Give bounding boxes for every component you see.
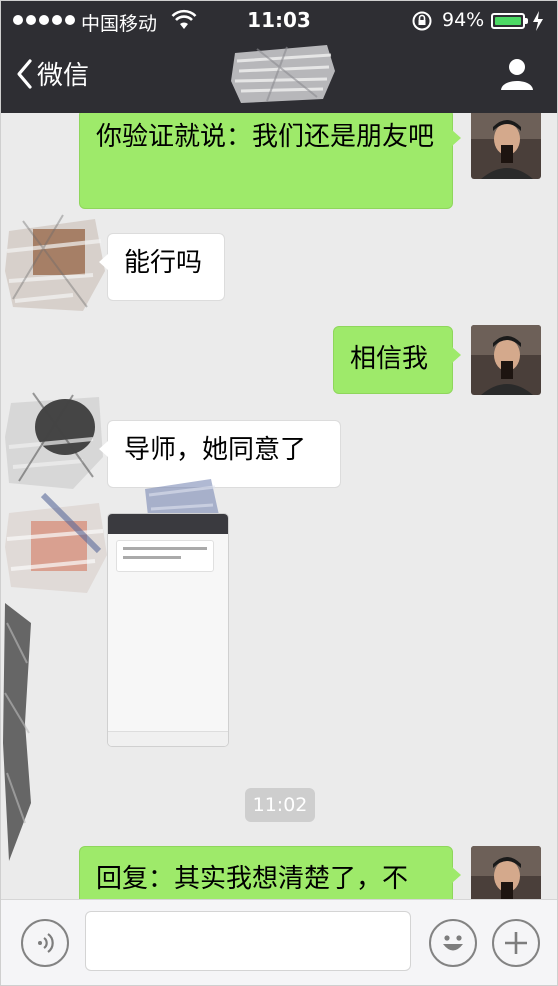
message-text: 能行吗 xyxy=(124,248,203,278)
person-icon xyxy=(501,59,533,90)
redaction-mark xyxy=(3,603,31,861)
back-button[interactable]: 微信 xyxy=(15,55,89,92)
top-bar: 中国移动 11:03 94% 微信 xyxy=(1,1,557,113)
time-divider: 11:02 xyxy=(245,788,315,822)
more-button[interactable] xyxy=(492,919,540,967)
input-bar xyxy=(1,899,557,985)
my-avatar[interactable] xyxy=(471,846,541,899)
emoji-icon xyxy=(443,935,463,951)
message-text: 你验证就说：我们还是朋友吧 xyxy=(96,122,435,152)
chat-history[interactable]: 你验证就说：我们还是朋友吧 能行吗 相信我 导师，她同意了 11:02 回复：其… xyxy=(1,113,557,899)
my-avatar[interactable] xyxy=(471,325,541,395)
battery-icon xyxy=(491,13,528,29)
chat-title-redacted xyxy=(231,45,335,103)
chat-info-button[interactable] xyxy=(499,57,535,95)
chevron-left-icon xyxy=(17,58,32,89)
back-label: 微信 xyxy=(37,61,90,91)
contact-avatar-redacted[interactable] xyxy=(3,387,107,493)
message-text: 回复：其实我想清楚了，不 xyxy=(96,864,409,894)
voice-button[interactable] xyxy=(21,919,69,967)
message-bubble-received[interactable]: 能行吗 xyxy=(99,233,225,301)
my-avatar[interactable] xyxy=(471,113,541,179)
charging-icon xyxy=(532,11,544,35)
wechat-screen: 中国移动 11:03 94% 微信 你验证就说：我们还是朋友吧 能行吗 相信我 … xyxy=(0,0,558,986)
emoji-button[interactable] xyxy=(429,919,477,967)
contact-avatar-redacted[interactable] xyxy=(3,211,107,317)
message-bubble-sent[interactable]: 相信我 xyxy=(333,326,461,394)
rotation-lock-icon xyxy=(411,10,433,36)
message-input[interactable] xyxy=(85,911,411,971)
battery-fill xyxy=(495,17,521,25)
contact-avatar-redacted[interactable] xyxy=(3,491,111,597)
message-text: 相信我 xyxy=(350,344,429,374)
plus-icon xyxy=(505,932,527,954)
status-bar: 中国移动 11:03 94% xyxy=(1,1,557,41)
voice-icon xyxy=(38,933,54,953)
nav-bar: 微信 xyxy=(1,41,557,113)
battery-percent: 94% xyxy=(442,9,485,31)
image-message-thumbnail[interactable] xyxy=(107,513,229,747)
message-bubble-sent[interactable]: 回复：其实我想清楚了，不 xyxy=(79,846,461,899)
message-bubble-sent[interactable]: 你验证就说：我们还是朋友吧 xyxy=(79,113,461,209)
message-text: 导师，她同意了 xyxy=(124,435,307,465)
